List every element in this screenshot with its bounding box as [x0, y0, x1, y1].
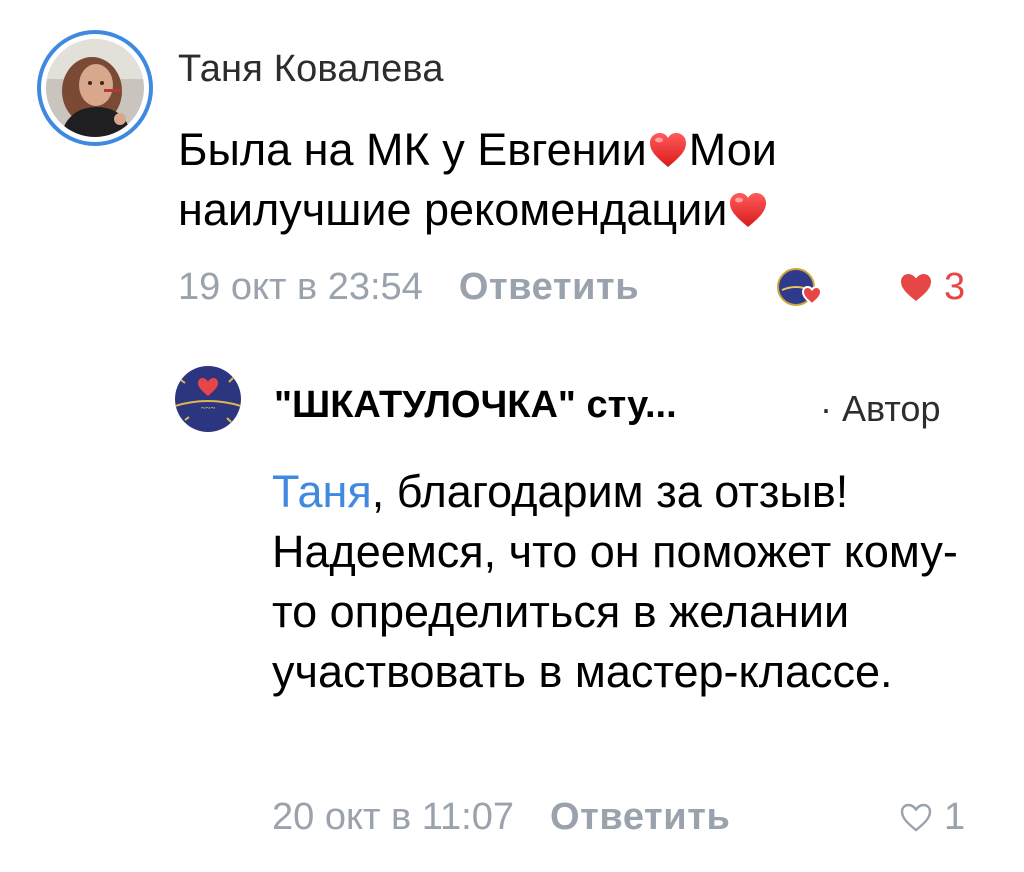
reply-timestamp: 20 окт в 11:07	[272, 795, 514, 838]
reply-author-name[interactable]: "ШКАТУЛОЧКА" сту...	[274, 384, 677, 427]
avatar[interactable]	[46, 39, 144, 137]
like-count: 1	[944, 795, 966, 838]
comment-text: Была на МК у Евгении Мои наилучшие рекоме…	[178, 120, 958, 240]
reply-button[interactable]: Ответить	[550, 796, 730, 839]
user-avatar-story-ring[interactable]	[37, 30, 153, 146]
svg-text:~~~: ~~~	[201, 403, 216, 413]
comment-author-name[interactable]: Таня Ковалева	[178, 48, 444, 91]
comments-thread: Таня Ковалева Была на МК у Евгении Мои на…	[0, 0, 1024, 872]
community-avatar[interactable]: ~~~	[175, 366, 241, 432]
red-heart-emoji-icon	[730, 193, 767, 227]
author-badge: · Автор	[820, 388, 941, 429]
reply-text-body: , благодарим за отзыв! Надеемся, что он …	[272, 466, 958, 697]
like-button[interactable]: 3	[898, 262, 965, 312]
comment-text-part: Была на МК у Евгении	[178, 124, 647, 175]
reply-meta: 20 окт в 11:07 Ответить 1	[272, 792, 992, 842]
reply-text: Таня, благодарим за отзыв! Надеемся, что…	[272, 462, 992, 702]
author-liked-avatar-icon[interactable]	[776, 264, 824, 310]
mention-link[interactable]: Таня	[272, 466, 372, 517]
heart-outline-icon	[900, 803, 932, 832]
like-button[interactable]: 1	[898, 792, 965, 842]
comment-meta: 19 окт в 23:54 Ответить 3	[178, 262, 998, 312]
comment-timestamp: 19 окт в 23:54	[178, 265, 423, 308]
reply-button[interactable]: Ответить	[459, 266, 639, 309]
like-count: 3	[944, 265, 966, 308]
red-heart-emoji-icon	[649, 133, 686, 167]
heart-filled-icon	[901, 274, 931, 301]
